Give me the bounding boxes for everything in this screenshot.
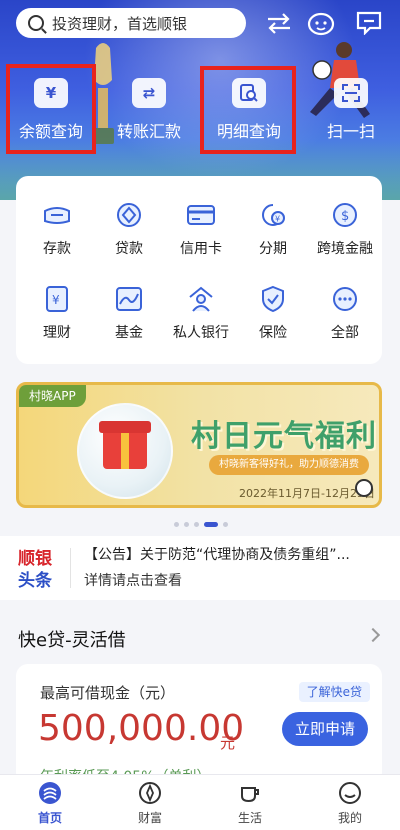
news-subtext[interactable]: 详情请点击查看 <box>84 570 182 590</box>
home-icon <box>38 781 62 805</box>
tab-wealth[interactable]: 财富 <box>120 781 180 826</box>
news-headline[interactable]: 【公告】关于防范“代理协商及债务重组”... <box>84 544 350 564</box>
fund-icon <box>112 284 146 314</box>
search-placeholder: 投资理财，首选顺银 <box>52 14 188 33</box>
carousel-dot[interactable] <box>174 522 179 527</box>
service-fund[interactable]: 基金 <box>94 284 164 342</box>
message-icon[interactable] <box>354 8 384 38</box>
highlight-box-detail <box>200 66 296 154</box>
insurance-icon <box>256 284 290 314</box>
service-label: 贷款 <box>115 241 143 257</box>
coffee-cup-icon <box>238 781 262 805</box>
svg-text:¥: ¥ <box>52 293 60 307</box>
tab-label: 我的 <box>337 811 362 825</box>
service-label: 跨境金融 <box>317 241 373 257</box>
service-wealth[interactable]: ¥ 理财 <box>22 284 92 342</box>
carousel-dot[interactable] <box>223 522 228 527</box>
search-icon <box>28 15 44 31</box>
deposit-icon <box>40 200 74 230</box>
promo-banner[interactable]: 村晓APP 村日元气福利 村晓新客得好礼，助力顺德消费 2022年11月7日-1… <box>16 382 382 508</box>
service-label: 保险 <box>259 325 287 341</box>
svg-text:$: $ <box>341 209 349 224</box>
service-private-bank[interactable]: 私人银行 <box>166 284 236 342</box>
banner-title: 村日元气福利 <box>191 419 377 454</box>
football-icon <box>355 479 373 497</box>
service-label: 私人银行 <box>173 325 229 341</box>
svg-text:¥: ¥ <box>275 215 280 224</box>
private-bank-icon <box>184 284 218 314</box>
service-label: 分期 <box>259 241 287 257</box>
tab-label: 首页 <box>37 811 62 825</box>
news-brand-bottom: 头条 <box>18 571 52 591</box>
wealth-icon: ¥ <box>40 284 74 314</box>
service-credit-card[interactable]: 信用卡 <box>166 200 236 258</box>
loan-card[interactable]: 最高可借现金（元） 了解快e贷 500,000.00 元 立即申请 年利率低至4… <box>16 664 382 785</box>
service-installment[interactable]: ¥ 分期 <box>238 200 308 258</box>
service-insurance[interactable]: 保险 <box>238 284 308 342</box>
scan-icon <box>334 78 368 108</box>
service-cross-border[interactable]: $ 跨境金融 <box>310 200 380 258</box>
news-divider <box>70 548 71 588</box>
loan-section-title[interactable]: 快e贷-灵活借 <box>18 626 126 652</box>
assistant-face-icon[interactable] <box>306 8 336 38</box>
cross-border-icon: $ <box>328 200 362 230</box>
credit-card-icon <box>184 200 218 230</box>
service-label: 理财 <box>43 325 71 341</box>
installment-icon: ¥ <box>256 200 290 230</box>
more-icon <box>328 284 362 314</box>
loan-amount: 500,000.00 <box>38 708 245 749</box>
carousel-dots <box>174 522 228 527</box>
quick-action-label: 转账汇款 <box>116 122 181 141</box>
search-bar[interactable]: 投资理财，首选顺银 <box>16 8 246 38</box>
tab-home[interactable]: 首页 <box>20 781 80 826</box>
carousel-dot[interactable] <box>194 522 199 527</box>
apply-button[interactable]: 立即申请 <box>282 712 368 746</box>
tab-mine[interactable]: 我的 <box>320 781 380 826</box>
loan-icon <box>112 200 146 230</box>
loan-label: 最高可借现金（元） <box>40 684 176 702</box>
tab-life[interactable]: 生活 <box>220 781 280 826</box>
quick-action-transfer[interactable]: ⇄ 转账汇款 <box>104 78 194 148</box>
carousel-dot-active[interactable] <box>204 522 218 527</box>
switch-arrows-icon[interactable] <box>264 8 294 38</box>
banner-subtitle: 村晓新客得好礼，助力顺德消费 <box>209 455 369 475</box>
service-all[interactable]: 全部 <box>310 284 380 342</box>
service-loan[interactable]: 贷款 <box>94 200 164 258</box>
service-label: 信用卡 <box>180 241 222 257</box>
chevron-right-icon[interactable] <box>365 627 381 643</box>
hero-header: 投资理财，首选顺银 ¥ 余额查询 ⇄ 转账汇款 明细查询 扫一扫 <box>0 0 400 200</box>
carousel-dot[interactable] <box>184 522 189 527</box>
tab-label: 生活 <box>237 811 262 825</box>
banner-tag: 村晓APP <box>19 385 86 407</box>
service-label: 存款 <box>43 241 71 257</box>
service-deposit[interactable]: 存款 <box>22 200 92 258</box>
service-label: 全部 <box>331 325 359 341</box>
quick-action-scan[interactable]: 扫一扫 <box>306 78 396 148</box>
wealth-compass-icon <box>138 781 162 805</box>
highlight-box-balance <box>6 64 96 154</box>
gift-box-icon <box>99 421 151 469</box>
loan-unit: 元 <box>220 734 236 752</box>
learn-more-button[interactable]: 了解快e贷 <box>298 682 370 702</box>
service-grid: 存款 贷款 信用卡 ¥ 分期 $ 跨境金融 ¥ 理财 基金 私人银行 保险 全部 <box>16 176 382 364</box>
profile-icon <box>338 781 362 805</box>
news-ticker[interactable]: 顺银 头条 【公告】关于防范“代理协商及债务重组”... 详情请点击查看 <box>0 536 400 600</box>
bottom-tab-bar: 首页 财富 生活 我的 <box>0 774 400 830</box>
service-label: 基金 <box>115 325 143 341</box>
transfer-arrows-icon: ⇄ <box>132 78 166 108</box>
tab-label: 财富 <box>137 811 162 825</box>
quick-action-label: 扫一扫 <box>326 122 375 141</box>
